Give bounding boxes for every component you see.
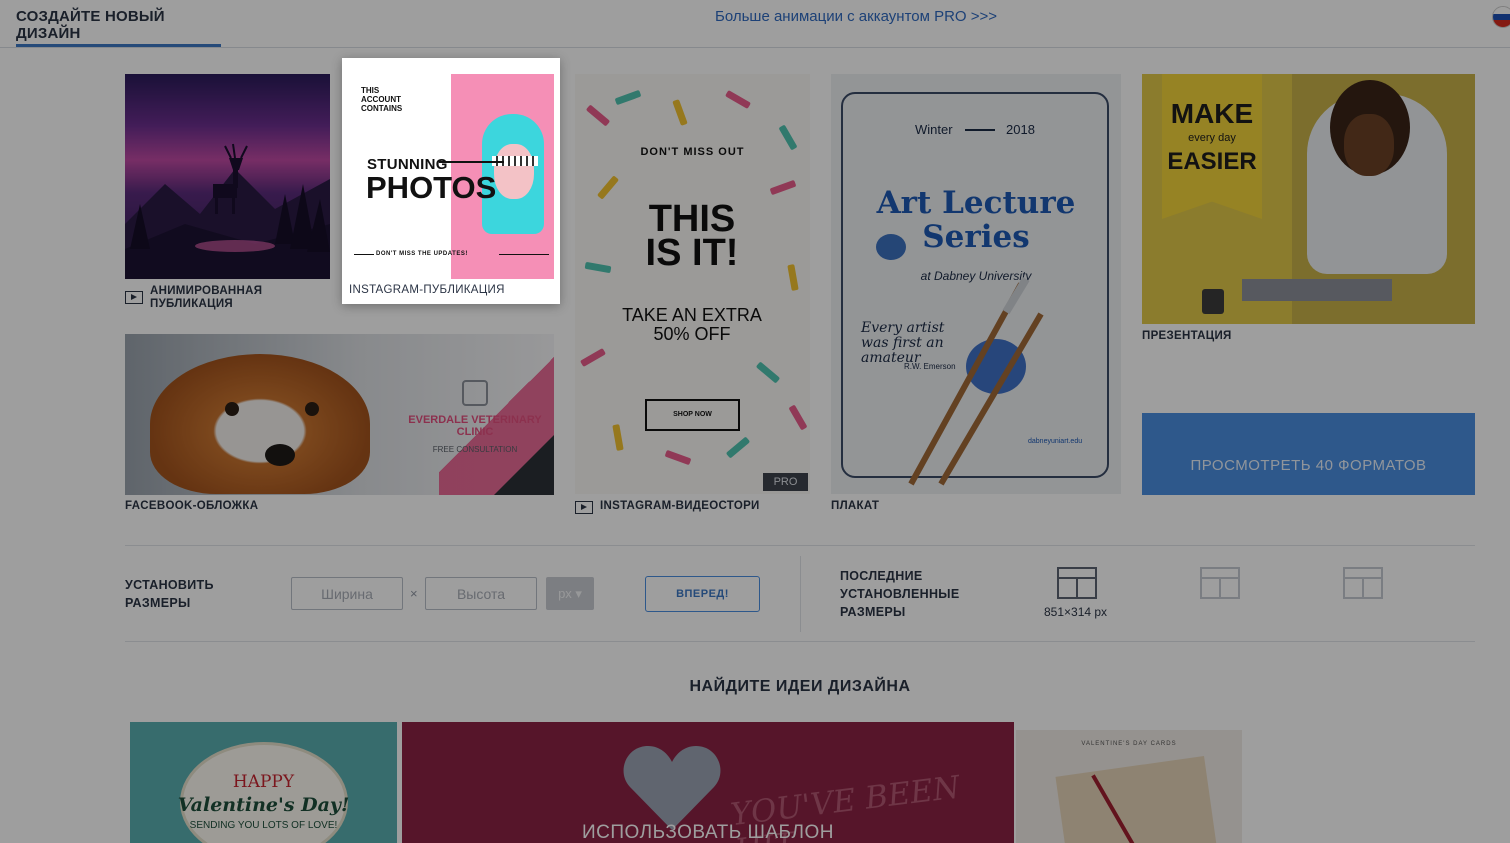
envelope-image — [1055, 755, 1217, 843]
insta-bottom-text: DON'T MISS THE UPDATES! — [376, 251, 468, 257]
vertical-divider — [800, 556, 801, 632]
recent-sizes-label: ПОСЛЕДНИЕ УСТАНОВЛЕННЫЕ РАЗМЕРЫ — [840, 569, 960, 619]
paintbrush-image — [908, 276, 1044, 486]
label-animated-post: АНИМИРОВАННАЯ ПУБЛИКАЦИЯ — [150, 285, 263, 310]
ideas-title: НАЙДИТЕ ИДЕИ ДИЗАЙНА — [689, 678, 911, 695]
story-top-text: DON'T MISS OUT — [640, 146, 745, 158]
label-presentation: ПРЕЗЕНТАЦИЯ — [1142, 330, 1232, 342]
top-bar: СОЗДАЙТЕ НОВЫЙ ДИЗАЙН Больше анимации с … — [0, 0, 1510, 48]
dog-image — [150, 354, 370, 494]
deer-landscape-image — [125, 143, 330, 279]
instagram-post-image: THIS ACCOUNT CONTAINS STUNNING PHOTOS DO… — [349, 74, 554, 279]
idea-card-valentine[interactable]: HAPPY Valentine's Day! SENDING YOU LOTS … — [130, 722, 397, 843]
pro-promo-link[interactable]: Больше анимации с аккаунтом PRO >>> — [715, 8, 997, 25]
template-instagram-post[interactable]: THIS ACCOUNT CONTAINS STUNNING PHOTOS DO… — [342, 58, 560, 304]
laptop-image — [1242, 279, 1392, 301]
medical-cross-icon — [462, 380, 488, 406]
tab-create-new-design[interactable]: СОЗДАЙТЕ НОВЫЙ ДИЗАЙН — [16, 0, 221, 47]
layout-icon — [1343, 567, 1383, 599]
recent-size-value: 851×314 px — [1044, 605, 1108, 619]
clinic-name: EVERDALE VETERINARY CLINIC — [408, 414, 542, 438]
template-facebook-cover[interactable]: EVERDALE VETERINARY CLINIC FREE CONSULTA… — [125, 334, 554, 495]
label-instagram-post: INSTAGRAM-ПУБЛИКАЦИЯ — [349, 284, 505, 296]
idea1-valentine: Valentine's Day! — [177, 794, 350, 816]
template-poster[interactable]: Winter 2018 Art Lecture Series at Dabney… — [831, 74, 1121, 494]
idea1-happy: HAPPY — [232, 772, 295, 792]
label-facebook-cover: FACEBOOK-ОБЛОЖКА — [125, 500, 259, 512]
insta-small-text: THIS ACCOUNT CONTAINS — [361, 86, 403, 113]
play-icon — [575, 501, 593, 514]
idea3-title: VALENTINE'S DAY CARDS — [1081, 741, 1177, 747]
height-input[interactable] — [425, 577, 537, 610]
label-instagram-story: INSTAGRAM-ВИДЕОСТОРИ — [600, 500, 760, 512]
divider — [125, 641, 1475, 642]
presentation-make: MAKE — [1170, 98, 1254, 129]
go-button[interactable]: ВПЕРЕД! — [645, 576, 760, 612]
heart-icon — [623, 746, 721, 830]
use-template-button[interactable]: ИСПОЛЬЗОВАТЬ ШАБЛОН — [402, 822, 1014, 843]
story-headline: THIS IS IT! — [645, 198, 739, 274]
clinic-offer: FREE CONSULTATION — [432, 445, 518, 454]
template-presentation[interactable]: MAKE every day EASIER — [1142, 74, 1475, 324]
flag-ru-icon[interactable] — [1492, 6, 1510, 28]
poster-site: dabneyuniart.edu — [1028, 438, 1083, 445]
unit-select[interactable]: px ▾ — [546, 577, 594, 610]
times-sign: × — [410, 586, 418, 601]
presentation-every-day: every day — [1188, 132, 1236, 144]
idea1-sending: SENDING YOU LOTS OF LOVE! — [189, 820, 338, 831]
pro-badge: PRO — [763, 473, 808, 491]
presentation-easier: EASIER — [1167, 148, 1257, 175]
presentation-banner — [1162, 74, 1262, 219]
idea-card-cupid[interactable]: YOU'VE BEEN HIT ИСПОЛЬЗОВАТЬ ШАБЛОН — [402, 722, 1014, 843]
insta-photos: PHOTOS — [366, 170, 497, 205]
divider — [125, 545, 1475, 546]
width-input[interactable] — [291, 577, 403, 610]
play-icon — [125, 291, 143, 304]
story-shop-button: SHOP NOW — [645, 399, 740, 431]
view-formats-button[interactable]: ПРОСМОТРЕТЬ 40 ФОРМАТОВ — [1142, 413, 1475, 495]
layout-icon — [1057, 567, 1097, 599]
template-instagram-story[interactable]: DON'T MISS OUT THIS IS IT! TAKE AN EXTRA… — [575, 74, 810, 494]
label-poster: ПЛАКАТ — [831, 500, 880, 512]
template-animated-post[interactable] — [125, 74, 330, 279]
idea-card-envelope[interactable]: VALENTINE'S DAY CARDS — [1016, 730, 1242, 843]
custom-size-label: УСТАНОВИТЬ РАЗМЕРЫ — [125, 578, 214, 610]
story-offer: TAKE AN EXTRA 50% OFF — [622, 305, 762, 344]
layout-icon — [1200, 567, 1240, 599]
